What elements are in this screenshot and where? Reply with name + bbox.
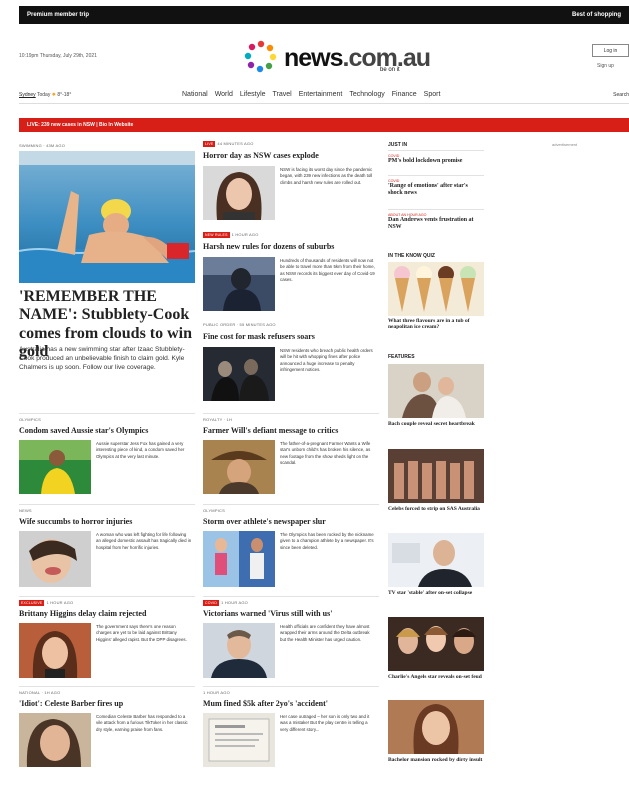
- advertisement-label: advertisement: [552, 142, 578, 147]
- left-story-1-summary: Aussie superstar Jess Fox has gained a v…: [96, 441, 185, 459]
- mid-story-4-kicker: royalty · 1h: [203, 417, 233, 422]
- mid-story-2-summary: Hundreds of thousands of residents will …: [280, 258, 375, 283]
- just-in-item-3[interactable]: about an hour ago Dan Andrews vents frust…: [388, 213, 484, 231]
- nav-lifestyle[interactable]: Lifestyle: [240, 91, 266, 98]
- ice-cream-image[interactable]: [388, 262, 484, 316]
- weather-temp: 8°-18°: [57, 92, 72, 98]
- weather-today: Today: [37, 92, 51, 98]
- left-story-4-summary: Comedian Celeste Barber has responded to…: [96, 714, 188, 732]
- mid-story-1-image[interactable]: [203, 166, 275, 220]
- left-story-2-image[interactable]: [19, 531, 91, 587]
- mid-story-2-image[interactable]: [203, 257, 275, 311]
- main-navigation-row: Sydney Today ✹ 8°-18° National World Lif…: [19, 88, 629, 104]
- lead-summary: Australia has a new swimming star after …: [19, 346, 185, 372]
- nav-national[interactable]: National: [182, 91, 208, 98]
- nav-finance[interactable]: Finance: [392, 91, 417, 98]
- just-in-heading: JUST IN: [388, 142, 408, 148]
- mid-story-6-kicker: COVID 1 hour ago: [203, 600, 248, 606]
- logo-tagline: be on it: [380, 67, 400, 73]
- weather-city[interactable]: Sydney: [19, 92, 36, 98]
- feature-2-caption[interactable]: Celebs forced to strip on SAS Australia: [388, 506, 484, 512]
- lead-image[interactable]: [19, 151, 195, 283]
- mid-story-2-headline[interactable]: Harsh new rules for dozens of suburbs: [203, 242, 379, 252]
- mid-story-1-summary: NSW is facing its worst day since the pa…: [280, 167, 373, 185]
- left-story-2-kicker: news: [19, 508, 32, 513]
- feature-4-image[interactable]: [388, 617, 484, 671]
- feature-3-image[interactable]: [388, 533, 484, 587]
- left-story-4-kicker: national · 1h ago: [19, 690, 61, 695]
- signup-link[interactable]: Sign up: [597, 63, 614, 69]
- left-story-4-image[interactable]: [19, 713, 91, 767]
- nav-world[interactable]: World: [215, 91, 233, 98]
- new-rules-label: NEW RULES: [203, 232, 230, 238]
- mid-story-3-image[interactable]: [203, 347, 275, 401]
- exclusive-label: EXCLUSIVE: [19, 600, 45, 606]
- feature-3-caption[interactable]: TV star 'stable' after on-set collapse: [388, 590, 484, 596]
- mid-story-4-summary: The father-of-a-pregnant Farmer Wants a …: [280, 441, 371, 466]
- shopping-link[interactable]: Best of shopping: [572, 12, 621, 18]
- breaking-alert-banner[interactable]: LIVE: 239 new cases in NSW | Bio In Webs…: [19, 118, 629, 132]
- mid-story-6-headline[interactable]: Victorians warned 'Virus still with us': [203, 609, 379, 619]
- lead-kicker: swimming · 43m ago: [19, 143, 66, 148]
- feature-4-caption[interactable]: Charlie's Angels star reveals on-set feu…: [388, 674, 484, 680]
- mid-story-5-summary: The Olympics has been rocked by the nick…: [280, 532, 374, 550]
- mid-story-3-kicker: public order · 55 minutes ago: [203, 322, 276, 327]
- mid-story-7-image[interactable]: [203, 713, 275, 767]
- logo-wordmark: news.com.au: [284, 44, 431, 72]
- left-story-2-headline[interactable]: Wife succumbs to horror injuries: [19, 517, 195, 527]
- mid-story-7-summary: Her case outraged – her son is only two …: [280, 714, 370, 732]
- left-story-3-image[interactable]: [19, 623, 91, 678]
- just-in-item-2[interactable]: covid 'Range of emotions' after star's sh…: [388, 179, 484, 197]
- feature-1-caption[interactable]: Bach couple reveal secret heartbreak: [388, 421, 484, 427]
- left-story-1-kicker: olympics: [19, 417, 41, 422]
- mid-story-5-headline[interactable]: Storm over athlete's newspaper slur: [203, 517, 379, 527]
- just-in-item-1[interactable]: covid PM's bold lockdown promise: [388, 154, 484, 165]
- mid-story-7-kicker: 1 hour ago: [203, 690, 230, 695]
- mid-story-6-image[interactable]: [203, 623, 275, 678]
- left-story-3-headline[interactable]: Brittany Higgins delay claim rejected: [19, 609, 195, 619]
- mid-story-3-headline[interactable]: Fine cost for mask refusers soars: [203, 332, 379, 342]
- logo-dots-icon: [244, 40, 277, 73]
- feature-2-image[interactable]: [388, 449, 484, 503]
- mid-story-4-image[interactable]: [203, 440, 275, 494]
- mid-story-4-headline[interactable]: Farmer Will's defiant message to critics: [203, 426, 379, 436]
- top-utility-bar: Premium member trip Best of shopping: [19, 6, 629, 24]
- login-button[interactable]: Log in: [592, 44, 629, 57]
- premium-link[interactable]: Premium member trip: [27, 12, 89, 18]
- section-nav: National World Lifestyle Travel Entertai…: [182, 91, 440, 98]
- live-label: LIVE: [203, 141, 216, 147]
- nav-technology[interactable]: Technology: [349, 91, 384, 98]
- header-date: 10:19pm Thursday, July 29th, 2021: [19, 53, 97, 59]
- feature-5-image[interactable]: [388, 700, 484, 754]
- mid-story-7-headline[interactable]: Mum fined $5k after 2yo's 'accident': [203, 699, 379, 709]
- sun-icon: ✹: [51, 92, 56, 98]
- left-story-4-headline[interactable]: 'Idiot': Celeste Barber fires up: [19, 699, 195, 709]
- left-story-2-summary: A woman who was left fighting for life f…: [96, 532, 192, 550]
- feature-5-caption[interactable]: Bachelor mansion rocked by dirty insult: [388, 757, 484, 763]
- mid-story-1-kicker: LIVE 44 minutes ago: [203, 141, 254, 147]
- covid-label: COVID: [203, 600, 220, 606]
- mid-story-6-summary: Health officials are confident they have…: [280, 624, 370, 642]
- left-story-3-kicker: EXCLUSIVE 1 hour ago: [19, 600, 74, 606]
- mid-story-3-summary: NSW residents who breach public health o…: [280, 348, 373, 373]
- site-logo[interactable]: news.com.au be on it: [244, 36, 431, 76]
- left-story-1-image[interactable]: [19, 440, 91, 494]
- mid-story-2-kicker: NEW RULES 1 hour ago: [203, 232, 259, 238]
- features-heading: FEATURES: [388, 354, 415, 360]
- nav-sport[interactable]: Sport: [424, 91, 441, 98]
- weather-widget[interactable]: Sydney Today ✹ 8°-18°: [19, 92, 71, 98]
- mid-story-1-headline[interactable]: Horror day as NSW cases explode: [203, 151, 379, 161]
- swimmer-image-art: [19, 151, 195, 283]
- feature-1-image[interactable]: [388, 364, 484, 418]
- mid-story-5-image[interactable]: [203, 531, 275, 587]
- left-story-1-headline[interactable]: Condom saved Aussie star's Olympics: [19, 426, 195, 436]
- mid-story-5-kicker: olympics: [203, 508, 225, 513]
- nav-travel[interactable]: Travel: [273, 91, 292, 98]
- search-link[interactable]: Search: [613, 92, 629, 98]
- in-the-know-heading: IN THE KNOW QUIZ: [388, 253, 435, 259]
- left-story-3-summary: The government says there's one reason c…: [96, 624, 187, 642]
- in-the-know-caption[interactable]: What three flavours are in a tub of neap…: [388, 318, 484, 331]
- nav-entertainment[interactable]: Entertainment: [299, 91, 343, 98]
